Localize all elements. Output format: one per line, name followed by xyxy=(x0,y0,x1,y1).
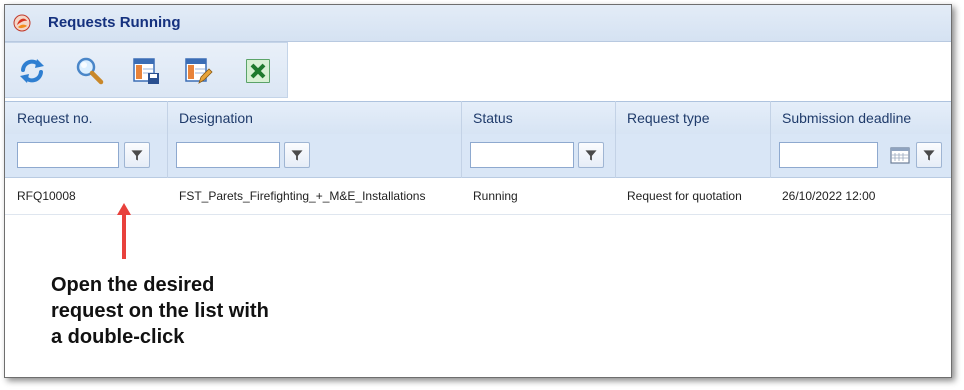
window-titlebar: Requests Running xyxy=(5,5,951,42)
cell-request-no: RFQ10008 xyxy=(17,189,76,203)
filter-input-designation[interactable] xyxy=(176,142,280,168)
search-icon[interactable] xyxy=(75,56,105,86)
column-header-designation[interactable]: Designation xyxy=(167,102,461,134)
annotation-text: Open the desired request on the list wit… xyxy=(51,272,351,350)
annotation-line: a double-click xyxy=(51,326,185,348)
save-layout-icon[interactable] xyxy=(131,56,161,86)
cell-designation: FST_Parets_Firefighting_+_M&E_Installati… xyxy=(179,189,426,203)
filter-cell-status xyxy=(461,134,615,177)
filter-input-request-no[interactable] xyxy=(17,142,119,168)
annotation-line: Open the desired xyxy=(51,274,215,296)
annotation-arrow xyxy=(117,203,131,259)
cell-deadline: 26/10/2022 12:00 xyxy=(782,189,876,203)
app-logo-icon xyxy=(13,14,31,32)
cell-request-type: Request for quotation xyxy=(627,189,742,203)
filter-cell-designation xyxy=(167,134,461,177)
filter-input-deadline[interactable] xyxy=(779,142,878,168)
refresh-icon[interactable] xyxy=(17,56,47,86)
window-title: Requests Running xyxy=(48,14,181,31)
grid-header: Request no. Designation Status Request t… xyxy=(5,101,951,135)
toolbar xyxy=(5,42,288,98)
excel-export-icon[interactable] xyxy=(243,56,273,86)
filter-icon[interactable] xyxy=(284,142,310,168)
edit-layout-icon[interactable] xyxy=(183,56,213,86)
column-header-request-no[interactable]: Request no. xyxy=(5,102,167,134)
filter-icon[interactable] xyxy=(124,142,150,168)
filter-icon[interactable] xyxy=(916,142,942,168)
calendar-icon[interactable] xyxy=(887,142,913,168)
filter-input-status[interactable] xyxy=(470,142,574,168)
filter-icon[interactable] xyxy=(578,142,604,168)
column-header-request-type[interactable]: Request type xyxy=(615,102,770,134)
column-header-status[interactable]: Status xyxy=(461,102,615,134)
table-row[interactable]: RFQ10008 FST_Parets_Firefighting_+_M&E_I… xyxy=(5,178,951,215)
filter-cell-deadline xyxy=(770,134,951,177)
cell-status: Running xyxy=(473,189,518,203)
requests-running-window: Requests Running Request no. Designation… xyxy=(4,4,952,378)
filter-cell-request-no xyxy=(5,134,167,177)
column-header-submission-deadline[interactable]: Submission deadline xyxy=(770,102,951,134)
filter-row xyxy=(5,134,951,178)
annotation-line: request on the list with xyxy=(51,300,269,322)
